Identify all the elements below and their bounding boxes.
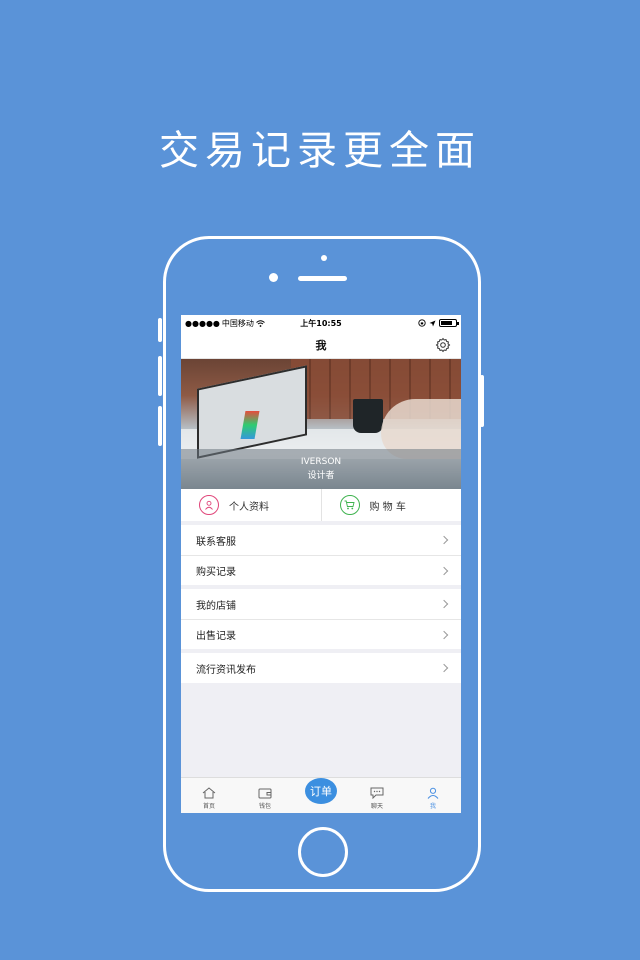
battery-icon [439, 319, 459, 327]
menu-group-news: 流行资讯发布 [181, 653, 461, 683]
cart-icon [339, 495, 360, 515]
tab-orders[interactable]: 订单 [293, 778, 349, 813]
mute-switch [158, 318, 162, 342]
tab-label: 首页 [202, 803, 215, 810]
tab-home[interactable]: 首页 [181, 778, 237, 813]
menu-item-label: 联系客服 [196, 536, 236, 548]
sensor-dot [321, 255, 327, 261]
menu-item-label: 流行资讯发布 [196, 664, 256, 676]
home-button [298, 827, 348, 877]
chevron-right-icon [439, 566, 449, 575]
page-title: 我 [315, 338, 327, 352]
menu-item-label: 出售记录 [196, 631, 236, 642]
menu-item-sales-records[interactable]: 出售记录 [181, 619, 461, 649]
volume-down [158, 406, 162, 446]
chevron-right-icon [439, 630, 449, 639]
wallet-icon [258, 788, 272, 799]
menu-item-purchase-records[interactable]: 购买记录 [181, 555, 461, 585]
profile-info-button[interactable]: 个人资料 [181, 489, 321, 521]
order-button[interactable]: 订单 [305, 778, 337, 804]
tab-chat[interactable]: 聊天 [349, 778, 405, 813]
chevron-right-icon [439, 599, 449, 609]
tab-me[interactable]: 我 [405, 778, 461, 813]
chat-icon [370, 787, 384, 799]
tab-label: 聊天 [370, 803, 383, 810]
app-screen: ●●●●● 中国移动 上午10:55 我 IVERSON 设计者 个人资料 购 … [181, 315, 461, 813]
earpiece-speaker [298, 276, 347, 281]
menu-item-my-store[interactable]: 我的店铺 [181, 589, 461, 619]
menu-item-publish-news[interactable]: 流行资讯发布 [181, 653, 461, 683]
power-button [480, 375, 484, 427]
person-icon [199, 495, 219, 515]
profile-banner: IVERSON 设计者 [181, 359, 461, 489]
settings-gear-icon[interactable] [435, 337, 451, 353]
menu-item-label: 我的店铺 [196, 600, 236, 612]
menu-group-service: 联系客服 购买记录 [181, 525, 461, 585]
tab-label: 钱包 [258, 803, 271, 810]
navigation-bar: 我 [181, 331, 461, 359]
menu-item-contact-service[interactable]: 联系客服 [181, 525, 461, 555]
profile-info-label: 个人资料 [229, 501, 269, 513]
headline: 交易记录更全面 [159, 128, 481, 174]
me-icon [427, 787, 439, 799]
home-icon [202, 787, 216, 799]
volume-up [158, 356, 162, 396]
shopping-cart-button[interactable]: 购 物 车 [320, 489, 462, 521]
profile-overlay: IVERSON 设计者 [181, 449, 461, 489]
tab-bar: 首页 钱包 订单 聊天 我 [181, 777, 461, 813]
status-bar: ●●●●● 中国移动 上午10:55 [181, 315, 461, 331]
menu-item-label: 购买记录 [196, 567, 236, 578]
shopping-cart-label: 购 物 车 [369, 501, 406, 513]
chevron-right-icon [439, 535, 449, 545]
front-camera [269, 273, 278, 282]
cup-image [353, 399, 383, 433]
menu-group-store: 我的店铺 出售记录 [181, 589, 461, 649]
tab-wallet[interactable]: 钱包 [237, 778, 293, 813]
quick-actions: 个人资料 购 物 车 [181, 489, 461, 521]
status-time: 上午10:55 [300, 318, 342, 328]
tab-label: 我 [429, 803, 436, 810]
profile-name: IVERSON [300, 457, 342, 467]
chevron-right-icon [439, 663, 449, 673]
profile-role: 设计者 [307, 471, 335, 481]
